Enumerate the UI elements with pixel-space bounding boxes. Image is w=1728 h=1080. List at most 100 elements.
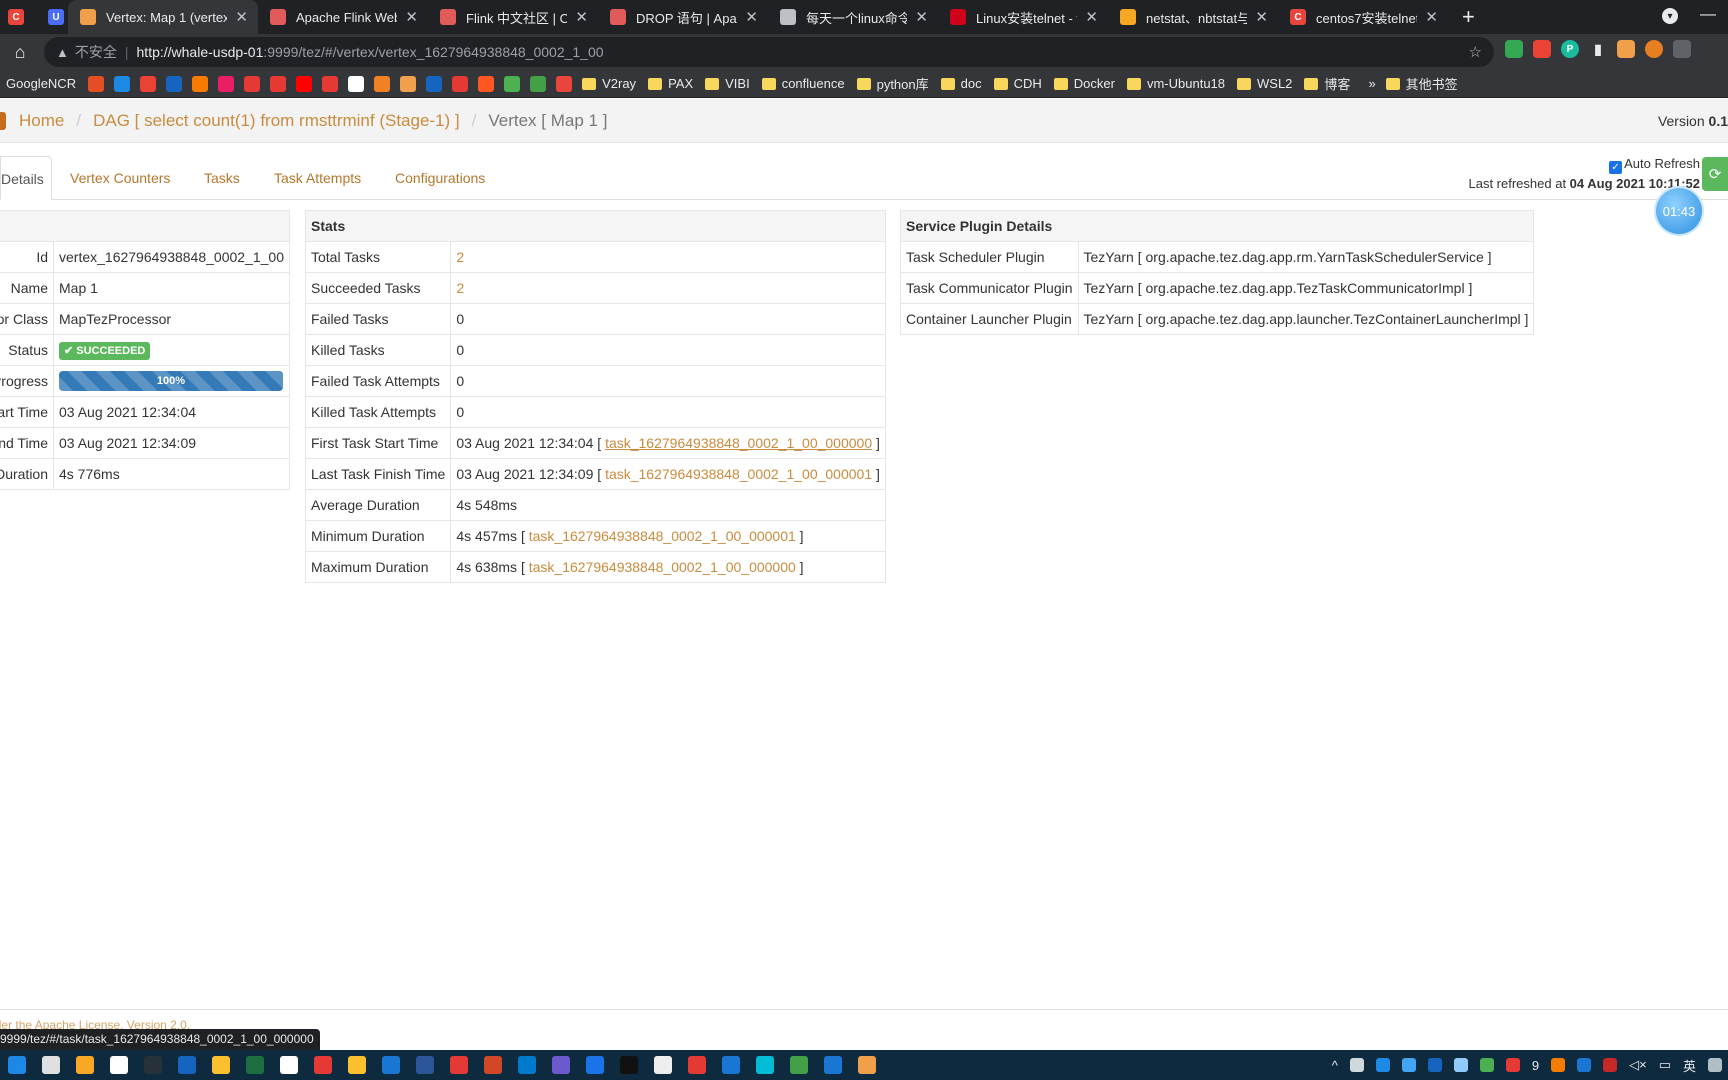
- checkbox-checked-icon[interactable]: ✓: [1609, 161, 1623, 174]
- refresh-button[interactable]: ⟳: [1702, 157, 1728, 191]
- network-icon[interactable]: ▭: [1659, 1057, 1671, 1073]
- bookmark-item[interactable]: confluence: [761, 76, 845, 91]
- tray-icon[interactable]: [1603, 1058, 1618, 1072]
- taskbar-app-icon[interactable]: [824, 1056, 842, 1074]
- bookmark-icon[interactable]: [192, 75, 209, 92]
- bookmark-item[interactable]: V2ray: [582, 76, 636, 91]
- bookmark-icon[interactable]: [426, 75, 443, 92]
- taskbar-app-icon[interactable]: [484, 1056, 502, 1074]
- tray-icon[interactable]: [1401, 1058, 1416, 1072]
- taskbar-app-icon[interactable]: [314, 1056, 332, 1074]
- tab-details[interactable]: Details: [0, 156, 52, 200]
- taskbar-app-icon[interactable]: [76, 1056, 94, 1074]
- bookmark-icon[interactable]: [244, 75, 261, 92]
- bookmark-icon[interactable]: [374, 75, 391, 92]
- bookmark-item[interactable]: Docker: [1053, 76, 1115, 91]
- browser-tab[interactable]: U: [40, 0, 68, 34]
- reading-list-icon[interactable]: ▮: [1589, 40, 1607, 58]
- close-tab-icon[interactable]: ✕: [1425, 8, 1438, 26]
- bookmark-star-icon[interactable]: ☆: [1469, 43, 1482, 61]
- taskbar-app-icon[interactable]: [518, 1056, 536, 1074]
- taskbar-app-icon[interactable]: [586, 1056, 604, 1074]
- tray-icon[interactable]: [1427, 1058, 1442, 1072]
- window-control-icon[interactable]: —: [1700, 6, 1716, 24]
- close-tab-icon[interactable]: ✕: [405, 8, 418, 26]
- bookmark-item[interactable]: 博客: [1304, 74, 1350, 93]
- close-tab-icon[interactable]: ✕: [1085, 8, 1098, 26]
- taskbar-app-icon[interactable]: [42, 1056, 60, 1074]
- tray-icon[interactable]: [1708, 1058, 1722, 1072]
- tray-icon[interactable]: [1551, 1058, 1566, 1072]
- bookmark-icon[interactable]: [114, 75, 131, 92]
- tray-icon[interactable]: [1375, 1058, 1390, 1072]
- close-tab-icon[interactable]: ✕: [575, 8, 588, 26]
- bookmark-icon[interactable]: [296, 75, 313, 92]
- min-duration-task-link[interactable]: task_1627964938848_0002_1_00_000001: [529, 528, 796, 544]
- bookmarks-overflow-icon[interactable]: »: [1368, 76, 1375, 91]
- tray-icon[interactable]: [1453, 1058, 1468, 1072]
- tray-icon[interactable]: [1505, 1058, 1520, 1072]
- tab-search-icon[interactable]: ▾: [1662, 8, 1678, 24]
- volume-icon[interactable]: ◁×: [1629, 1057, 1647, 1073]
- address-bar[interactable]: ▲ 不安全 | http://whale-usdp-01 :9999/tez/#…: [44, 37, 1494, 67]
- other-bookmarks[interactable]: 其他书签: [1385, 74, 1458, 93]
- floating-timer[interactable]: 01:43: [1656, 188, 1702, 234]
- succeeded-tasks-link[interactable]: 2: [456, 280, 464, 296]
- taskbar-app-icon[interactable]: [212, 1056, 230, 1074]
- taskbar-app-icon[interactable]: [790, 1056, 808, 1074]
- last-task-link[interactable]: task_1627964938848_0002_1_00_000001: [605, 466, 872, 482]
- breadcrumb-dag[interactable]: DAG [ select count(1) from rmsttrminf (S…: [93, 111, 460, 131]
- browser-tab[interactable]: Flink 中文社区 | OPPO ✕: [428, 0, 598, 34]
- tray-icon[interactable]: [1349, 1058, 1364, 1072]
- taskbar-app-icon[interactable]: [110, 1056, 128, 1074]
- extension-icon[interactable]: [1645, 40, 1663, 58]
- max-duration-task-link[interactable]: task_1627964938848_0002_1_00_000000: [529, 559, 796, 575]
- breadcrumb-home[interactable]: Home: [19, 111, 64, 131]
- tray-icon[interactable]: [1577, 1058, 1592, 1072]
- bookmark-item[interactable]: PAX: [648, 76, 693, 91]
- taskbar-app-icon[interactable]: [620, 1056, 638, 1074]
- extension-icon[interactable]: [1505, 40, 1523, 58]
- browser-tab[interactable]: netstat、nbtstat与teln ✕: [1108, 0, 1278, 34]
- total-tasks-link[interactable]: 2: [456, 249, 464, 265]
- bookmark-icon[interactable]: [218, 75, 235, 92]
- taskbar-app-icon[interactable]: [552, 1056, 570, 1074]
- taskbar-app-icon[interactable]: [280, 1056, 298, 1074]
- taskbar-app-icon[interactable]: [688, 1056, 706, 1074]
- auto-refresh-toggle[interactable]: ✓ Auto Refresh: [1469, 156, 1700, 174]
- taskbar-app-icon[interactable]: [450, 1056, 468, 1074]
- extension-icon[interactable]: P: [1561, 40, 1579, 58]
- browser-tab[interactable]: Linux安装telnet - teln ✕: [938, 0, 1108, 34]
- taskbar-app-icon[interactable]: [654, 1056, 672, 1074]
- first-task-link[interactable]: task_1627964938848_0002_1_00_000000: [605, 435, 872, 451]
- browser-tab[interactable]: Apache Flink Web Da ✕: [258, 0, 428, 34]
- bookmark-item[interactable]: VIBI: [705, 76, 750, 91]
- taskbar-app-icon[interactable]: [348, 1056, 366, 1074]
- browser-tab[interactable]: Ccentos7安装telnet服务 ✕: [1278, 0, 1448, 34]
- bookmark-icon[interactable]: [478, 75, 495, 92]
- bookmark-icon[interactable]: [322, 75, 339, 92]
- bookmark-icon[interactable]: [400, 75, 417, 92]
- bookmark-icon[interactable]: [452, 75, 469, 92]
- home-icon[interactable]: ⌂: [0, 42, 40, 63]
- taskbar-app-icon[interactable]: [144, 1056, 162, 1074]
- taskbar-app-icon[interactable]: [246, 1056, 264, 1074]
- close-tab-icon[interactable]: ✕: [235, 8, 248, 26]
- close-tab-icon[interactable]: ✕: [915, 8, 928, 26]
- bookmark-icon[interactable]: [348, 75, 365, 92]
- browser-tab[interactable]: Vertex: Map 1 (vertex ✕: [68, 0, 258, 34]
- tray-arrow-icon[interactable]: ^: [1332, 1058, 1338, 1073]
- ime-indicator[interactable]: 英: [1683, 1056, 1696, 1075]
- extension-icon[interactable]: [1533, 40, 1551, 58]
- extension-icon[interactable]: [1673, 40, 1691, 58]
- close-tab-icon[interactable]: ✕: [1255, 8, 1268, 26]
- new-tab-button[interactable]: +: [1448, 0, 1489, 34]
- bookmark-item[interactable]: CDH: [993, 76, 1042, 91]
- tab-tasks[interactable]: Tasks: [204, 156, 240, 200]
- bookmark-item[interactable]: vm-Ubuntu18: [1126, 76, 1225, 91]
- bookmark-icon[interactable]: [88, 75, 105, 92]
- bookmark-icon[interactable]: [530, 75, 547, 92]
- browser-tab[interactable]: DROP 语句 | Apache ✕: [598, 0, 768, 34]
- browser-tab[interactable]: 每天一个linux命令（5 ✕: [768, 0, 938, 34]
- taskbar-app-icon[interactable]: [858, 1056, 876, 1074]
